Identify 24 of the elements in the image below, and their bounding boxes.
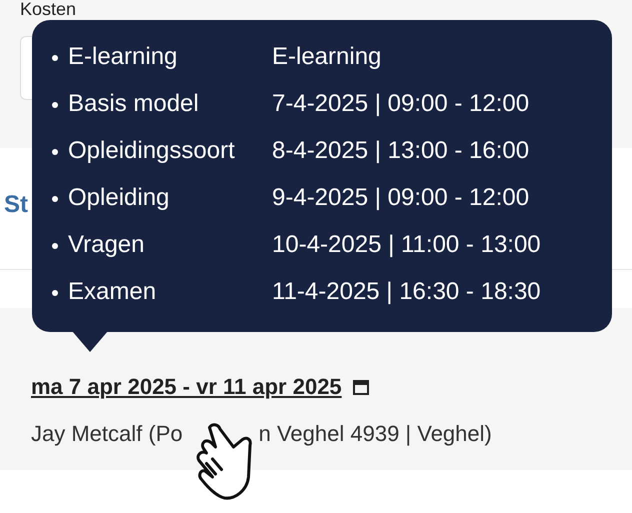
section-label: Kosten [20,0,78,18]
tooltip-label: E-learning [68,42,178,72]
tooltip-label: Opleidingssoort [68,136,236,166]
bullet-icon [52,243,58,249]
tooltip-label: Examen [68,277,158,307]
section-heading: St [4,190,28,220]
tooltip-label: Basis model [68,89,200,119]
tooltip-value: 8-4-2025 | 13:00 - 16:00 [272,136,530,166]
bullet-icon [52,55,58,61]
date-link[interactable]: ma 7 apr 2025 - vr 11 apr 2025 [31,370,342,403]
tooltip-value: 10-4-2025 | 11:00 - 13:00 [272,230,541,260]
location-text: Jay Metcalf (Po [31,420,183,448]
bullet-icon [52,196,58,202]
tooltip-value: E-learning [272,42,382,72]
bullet-icon [52,149,58,155]
calendar-icon [352,378,370,396]
tooltip-value: 9-4-2025 | 09:00 - 12:00 [272,183,530,213]
tooltip-label: Vragen [68,230,146,260]
bullet-icon [52,290,58,296]
location-text: n Veghel 4939 | Veghel) [258,420,492,448]
bullet-icon [52,102,58,108]
tooltip-label: Opleiding [68,183,170,213]
tooltip-value: 7-4-2025 | 09:00 - 12:00 [272,89,530,119]
tooltip-value: 11-4-2025 | 16:30 - 18:30 [272,277,541,307]
